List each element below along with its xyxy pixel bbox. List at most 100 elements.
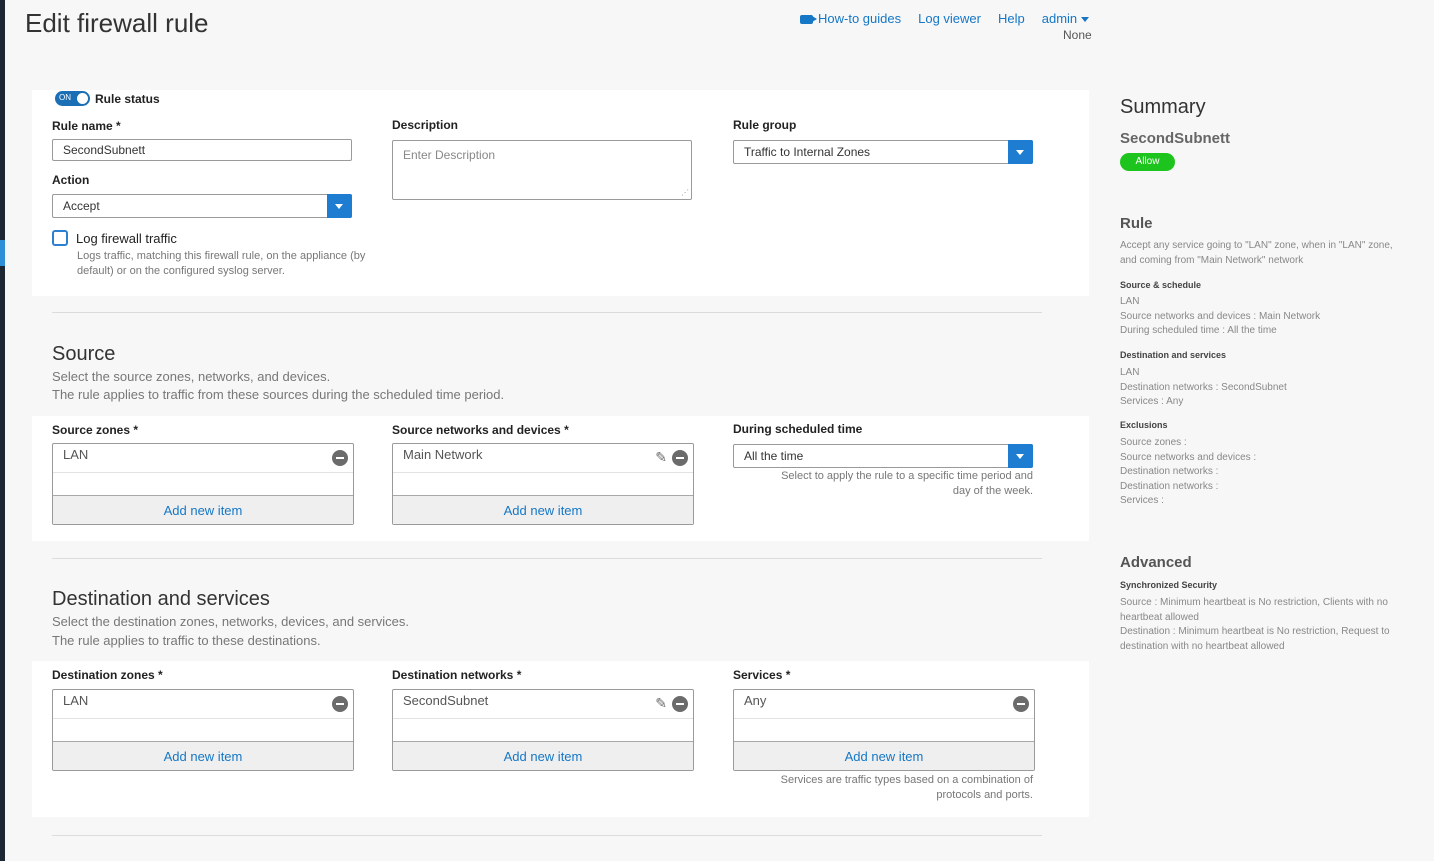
edit-pencil-icon[interactable]: ✎ bbox=[655, 449, 667, 466]
page-title: Edit firewall rule bbox=[25, 8, 209, 38]
user-menu[interactable]: admin bbox=[1042, 11, 1090, 26]
description-input[interactable]: Enter Description ⋰ bbox=[392, 140, 692, 200]
summary-line: Services : Any bbox=[1120, 396, 1184, 407]
summary-line: Services : bbox=[1120, 495, 1164, 506]
schedule-select[interactable]: All the time bbox=[733, 444, 1033, 468]
log-traffic-checkbox[interactable] bbox=[52, 230, 68, 246]
summary-rule-name: SecondSubnett bbox=[1120, 130, 1231, 147]
list-item: LAN bbox=[53, 444, 353, 473]
rule-status-label: Rule status bbox=[95, 92, 160, 106]
description-placeholder: Enter Description bbox=[403, 148, 496, 162]
action-select[interactable]: Accept bbox=[52, 194, 352, 218]
rule-group-select[interactable]: Traffic to Internal Zones bbox=[733, 140, 1033, 164]
summary-line: During scheduled time : All the time bbox=[1120, 325, 1277, 336]
log-viewer-link[interactable]: Log viewer bbox=[918, 11, 981, 26]
destination-section-desc-1: Select the destination zones, networks, … bbox=[52, 614, 409, 629]
log-traffic-label: Log firewall traffic bbox=[76, 231, 177, 246]
help-link[interactable]: Help bbox=[998, 11, 1025, 26]
destination-section-desc-2: The rule applies to traffic to these des… bbox=[52, 633, 321, 648]
destination-zones-list: LAN Add new item bbox=[52, 689, 354, 771]
video-camera-icon bbox=[800, 15, 817, 25]
list-item: SecondSubnet ✎ bbox=[393, 690, 693, 719]
chevron-down-icon[interactable] bbox=[1008, 140, 1033, 164]
list-item: Any bbox=[734, 690, 1034, 719]
schedule-label: During scheduled time bbox=[733, 422, 863, 436]
summary-line: Source networks and devices : Main Netwo… bbox=[1120, 310, 1321, 322]
summary-line: LAN bbox=[1120, 367, 1140, 378]
summary-line: Source networks and devices : bbox=[1120, 451, 1257, 463]
add-new-item-button[interactable]: Add new item bbox=[393, 495, 693, 524]
summary-sync-source: Source : Minimum heartbeat is No restric… bbox=[1120, 597, 1388, 623]
section-divider bbox=[52, 835, 1042, 836]
summary-rule-heading: Rule bbox=[1120, 215, 1153, 232]
source-zones-label: Source zones * bbox=[52, 423, 139, 437]
summary-exclusions-heading: Exclusions bbox=[1120, 420, 1168, 430]
add-new-item-button[interactable]: Add new item bbox=[393, 741, 693, 770]
summary-line: Destination networks : bbox=[1120, 480, 1219, 492]
list-item: Main Network ✎ bbox=[393, 444, 693, 473]
rule-status-toggle[interactable]: ON bbox=[55, 91, 90, 106]
list-item: LAN bbox=[53, 690, 353, 719]
summary-line: LAN bbox=[1120, 296, 1140, 307]
source-section-desc-1: Select the source zones, networks, and d… bbox=[52, 369, 331, 384]
left-sidebar bbox=[0, 0, 5, 861]
summary-title: Summary bbox=[1120, 96, 1206, 118]
action-status-badge: Allow bbox=[1120, 153, 1175, 171]
sidebar-active-indicator[interactable] bbox=[0, 240, 5, 266]
summary-source-heading: Source & schedule bbox=[1120, 280, 1202, 290]
remove-icon[interactable] bbox=[1013, 696, 1029, 712]
schedule-help: Select to apply the rule to a specific t… bbox=[781, 470, 1033, 497]
summary-sync-heading: Synchronized Security bbox=[1120, 580, 1218, 590]
section-divider bbox=[52, 558, 1042, 559]
schedule-value: All the time bbox=[744, 449, 804, 463]
destination-zones-label: Destination zones * bbox=[52, 668, 163, 682]
summary-destination-lines: LAN Destination networks : SecondSubnet … bbox=[1120, 366, 1405, 410]
chevron-down-icon[interactable] bbox=[327, 194, 352, 218]
summary-source-lines: LAN Source networks and devices : Main N… bbox=[1120, 295, 1405, 339]
description-label: Description bbox=[392, 118, 459, 132]
resize-handle-icon[interactable]: ⋰ bbox=[681, 188, 689, 197]
summary-destination-heading: Destination and services bbox=[1120, 350, 1227, 360]
action-value: Accept bbox=[63, 199, 100, 213]
rule-group-label: Rule group bbox=[733, 118, 797, 132]
remove-icon[interactable] bbox=[332, 696, 348, 712]
list-item-label: LAN bbox=[63, 447, 89, 462]
rule-name-input[interactable]: SecondSubnett bbox=[52, 139, 352, 161]
services-help: Services are traffic types based on a co… bbox=[780, 774, 1033, 801]
remove-icon[interactable] bbox=[332, 450, 348, 466]
edit-pencil-icon[interactable]: ✎ bbox=[655, 695, 667, 712]
summary-advanced-heading: Advanced bbox=[1120, 554, 1192, 571]
list-item-label: SecondSubnet bbox=[403, 693, 489, 708]
remove-icon[interactable] bbox=[672, 696, 688, 712]
destination-section-title: Destination and services bbox=[52, 588, 270, 610]
add-new-item-button[interactable]: Add new item bbox=[53, 495, 353, 524]
chevron-down-icon bbox=[1081, 17, 1090, 23]
action-label: Action bbox=[52, 173, 90, 187]
toggle-on-label: ON bbox=[59, 93, 71, 102]
remove-icon[interactable] bbox=[672, 450, 688, 466]
source-zones-list: LAN Add new item bbox=[52, 443, 354, 525]
summary-line: Destination networks : SecondSubnet bbox=[1120, 381, 1287, 393]
destination-networks-label: Destination networks * bbox=[392, 668, 522, 682]
rule-group-value: Traffic to Internal Zones bbox=[744, 145, 871, 159]
summary-rule-text: Accept any service going to "LAN" zone, … bbox=[1120, 240, 1393, 266]
add-new-item-button[interactable]: Add new item bbox=[53, 741, 353, 770]
source-section-desc-2: The rule applies to traffic from these s… bbox=[52, 387, 505, 402]
summary-sync-destination: Destination : Minimum heartbeat is No re… bbox=[1120, 626, 1390, 652]
list-item-label: LAN bbox=[63, 693, 89, 708]
summary-line: Destination networks : bbox=[1120, 466, 1219, 477]
source-section-title: Source bbox=[52, 343, 116, 365]
toggle-knob bbox=[77, 93, 88, 104]
user-subtext: None bbox=[1063, 28, 1092, 42]
summary-line: Source zones : bbox=[1120, 437, 1187, 448]
rule-name-label: Rule name * bbox=[52, 119, 121, 133]
chevron-down-icon[interactable] bbox=[1008, 444, 1033, 468]
add-new-item-button[interactable]: Add new item bbox=[734, 741, 1034, 770]
section-divider bbox=[52, 312, 1042, 313]
services-list: Any Add new item bbox=[733, 689, 1035, 771]
list-item-label: Any bbox=[744, 693, 767, 708]
source-networks-label: Source networks and devices * bbox=[392, 423, 569, 437]
services-label: Services * bbox=[733, 668, 791, 682]
howto-guides-link[interactable]: How-to guides bbox=[800, 11, 901, 26]
source-networks-list: Main Network ✎ Add new item bbox=[392, 443, 694, 525]
